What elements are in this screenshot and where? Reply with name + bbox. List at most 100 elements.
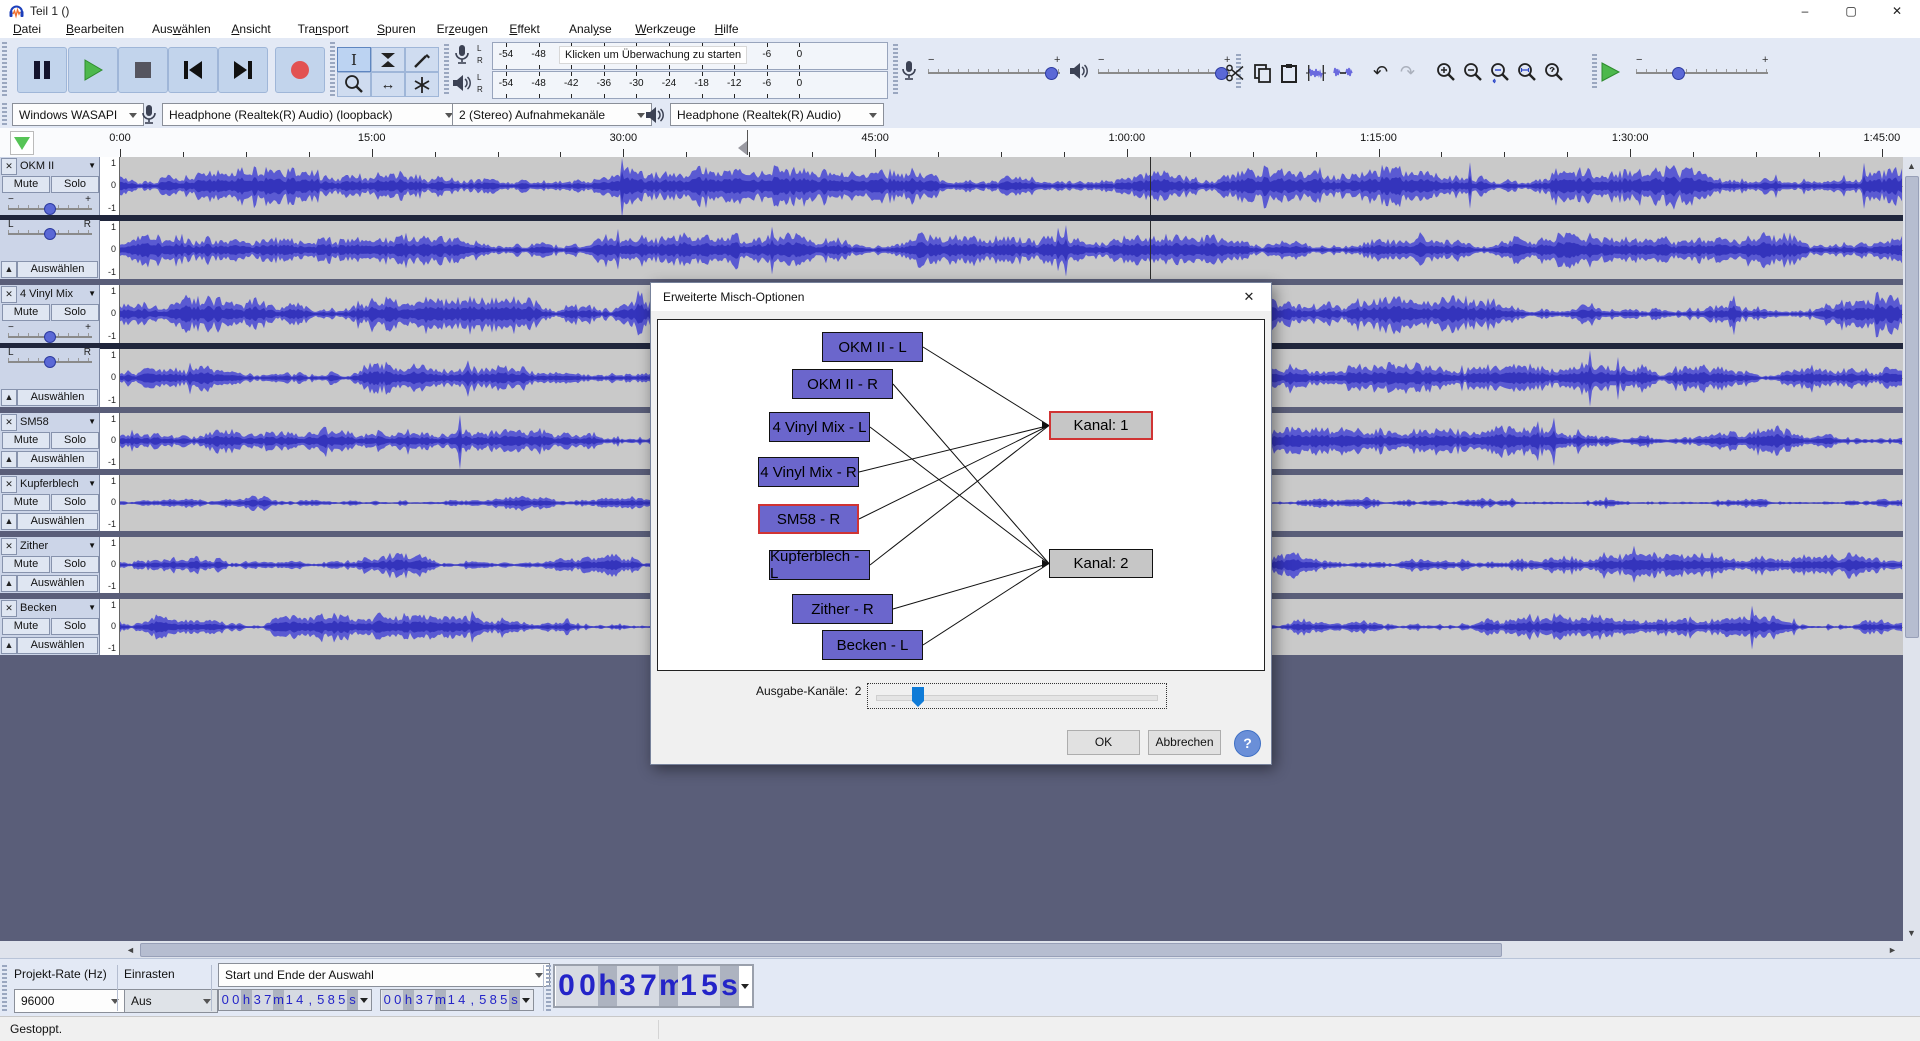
track-name[interactable]: Becken	[17, 599, 99, 617]
skip-end-button[interactable]	[218, 47, 268, 93]
draw-tool[interactable]	[405, 47, 439, 72]
solo-button[interactable]: Solo	[51, 556, 99, 573]
horizontal-scrollbar[interactable]: ◄►	[0, 941, 1920, 958]
track-menu-icon[interactable]: ▼	[88, 161, 96, 170]
monitoring-overlay-text[interactable]: Klicken um Überwachung zu starten	[559, 46, 747, 64]
paste-button[interactable]	[1277, 61, 1300, 84]
menu-transport[interactable]: Transport	[289, 22, 358, 38]
minimize-button[interactable]: –	[1782, 0, 1828, 22]
help-button[interactable]: ?	[1234, 730, 1261, 757]
waveform-area[interactable]	[120, 221, 1903, 279]
recording-volume-slider-thumb[interactable]	[1045, 67, 1058, 80]
envelope-tool[interactable]	[371, 47, 405, 72]
cut-button[interactable]	[1223, 61, 1246, 84]
solo-button[interactable]: Solo	[51, 176, 99, 193]
solo-button[interactable]: Solo	[51, 494, 99, 511]
toolbar-grip[interactable]	[330, 42, 335, 96]
mute-button[interactable]: Mute	[2, 618, 50, 635]
selection-end-field[interactable]: 00h37m14,585s	[380, 989, 534, 1011]
track-close-button[interactable]: ✕	[1, 476, 17, 493]
playback-meter-icon[interactable]	[451, 73, 473, 93]
source-box-kupferblech-l[interactable]: Kupferblech - L	[769, 550, 870, 580]
playback-device-dropdown[interactable]: Headphone (Realtek(R) Audio)	[670, 103, 884, 126]
channel-box-1[interactable]: Kanal: 1	[1049, 411, 1153, 440]
timeline-pin-button[interactable]	[10, 131, 34, 155]
collapse-button[interactable]: ▲	[1, 261, 17, 278]
scroll-right-arrow[interactable]: ►	[1886, 943, 1899, 956]
skip-start-button[interactable]	[168, 47, 218, 93]
source-box-4-vinyl-mix-r[interactable]: 4 Vinyl Mix - R	[758, 457, 859, 487]
solo-button[interactable]: Solo	[51, 304, 99, 321]
selection-start-field[interactable]: 00h37m14,585s	[218, 989, 372, 1011]
play-at-speed-button[interactable]	[1600, 62, 1622, 82]
redo-button[interactable]: ↷	[1396, 61, 1419, 84]
stop-button[interactable]	[118, 47, 168, 93]
select-track-button[interactable]: Auswählen	[17, 389, 98, 406]
mute-button[interactable]: Mute	[2, 304, 50, 321]
pause-button[interactable]	[17, 47, 67, 93]
play-speed-slider-thumb[interactable]	[1672, 67, 1685, 80]
playback-meter[interactable]: -54-48-42-36-30-24-18-12-60	[492, 71, 888, 99]
scroll-left-arrow[interactable]: ◄	[124, 943, 137, 956]
zoom-selection-button[interactable]	[1488, 61, 1511, 84]
collapse-button[interactable]: ▲	[1, 637, 17, 654]
scroll-up-arrow[interactable]: ▲	[1905, 159, 1918, 172]
undo-button[interactable]: ↶	[1369, 61, 1392, 84]
timeline-ruler[interactable]: 0:0015:0030:0045:001:00:001:15:001:30:00…	[0, 128, 1920, 159]
audio-position-display[interactable]: 00h37m15s	[553, 964, 754, 1008]
selection-tool[interactable]: I	[337, 47, 371, 72]
collapse-button[interactable]: ▲	[1, 575, 17, 592]
maximize-button[interactable]: ▢	[1828, 0, 1874, 22]
select-track-button[interactable]: Auswählen	[17, 637, 98, 654]
hscroll-thumb[interactable]	[140, 943, 1502, 957]
multi-tool[interactable]	[405, 72, 439, 97]
vertical-scrollbar[interactable]: ▲▼	[1903, 157, 1920, 941]
track-close-button[interactable]: ✕	[1, 414, 17, 431]
snap-dropdown[interactable]: Aus	[124, 989, 218, 1013]
track-name[interactable]: Kupferblech	[17, 475, 99, 493]
menu-erzeugen[interactable]: Erzeugen	[428, 22, 497, 38]
track-name[interactable]: 4 Vinyl Mix	[17, 285, 99, 303]
vscroll-thumb[interactable]	[1905, 176, 1919, 638]
collapse-button[interactable]: ▲	[1, 389, 17, 406]
zoom-out-button[interactable]	[1461, 61, 1484, 84]
select-track-button[interactable]: Auswählen	[17, 451, 98, 468]
gain-slider-thumb[interactable]	[44, 331, 56, 343]
output-channels-slider[interactable]	[867, 683, 1167, 709]
track-close-button[interactable]: ✕	[1, 600, 17, 617]
select-track-button[interactable]: Auswählen	[17, 513, 98, 530]
menu-analyse[interactable]: Analyse	[560, 22, 621, 38]
time-spinner-icon[interactable]	[360, 998, 368, 1003]
mute-button[interactable]: Mute	[2, 494, 50, 511]
toolbar-grip[interactable]	[1592, 54, 1597, 88]
mute-button[interactable]: Mute	[2, 556, 50, 573]
time-spinner-icon[interactable]	[522, 998, 530, 1003]
source-box-zither-r[interactable]: Zither - R	[792, 594, 893, 624]
track-menu-icon[interactable]: ▼	[88, 417, 96, 426]
recording-channels-dropdown[interactable]: 2 (Stereo) Aufnahmekanäle	[452, 103, 652, 126]
channel-box-2[interactable]: Kanal: 2	[1049, 549, 1153, 578]
track-name[interactable]: Zither	[17, 537, 99, 555]
track-name[interactable]: OKM II	[17, 157, 99, 175]
ok-button[interactable]: OK	[1067, 730, 1140, 755]
dialog-close-icon[interactable]: ✕	[1227, 283, 1271, 311]
mute-button[interactable]: Mute	[2, 176, 50, 193]
collapse-button[interactable]: ▲	[1, 451, 17, 468]
waveform-area[interactable]	[120, 157, 1903, 215]
source-box-4-vinyl-mix-l[interactable]: 4 Vinyl Mix - L	[769, 412, 870, 442]
trim-button[interactable]	[1304, 61, 1327, 84]
timeshift-tool[interactable]: ↔	[371, 72, 405, 97]
toolbar-grip[interactable]	[444, 44, 449, 94]
gain-slider-thumb[interactable]	[44, 203, 56, 215]
track-menu-icon[interactable]: ▼	[88, 541, 96, 550]
recording-meter[interactable]: -54-48-42-36-30-24-18-12-60Klicken um Üb…	[492, 42, 888, 70]
track-menu-icon[interactable]: ▼	[88, 479, 96, 488]
source-box-okm-ii-r[interactable]: OKM II - R	[792, 369, 893, 399]
clip-boundary[interactable]	[1150, 157, 1151, 215]
toolbar-grip[interactable]	[2, 103, 7, 125]
track-name[interactable]: SM58	[17, 413, 99, 431]
scroll-down-arrow[interactable]: ▼	[1905, 926, 1918, 939]
zoom-tool[interactable]	[337, 72, 371, 97]
track-menu-icon[interactable]: ▼	[88, 603, 96, 612]
solo-button[interactable]: Solo	[51, 618, 99, 635]
